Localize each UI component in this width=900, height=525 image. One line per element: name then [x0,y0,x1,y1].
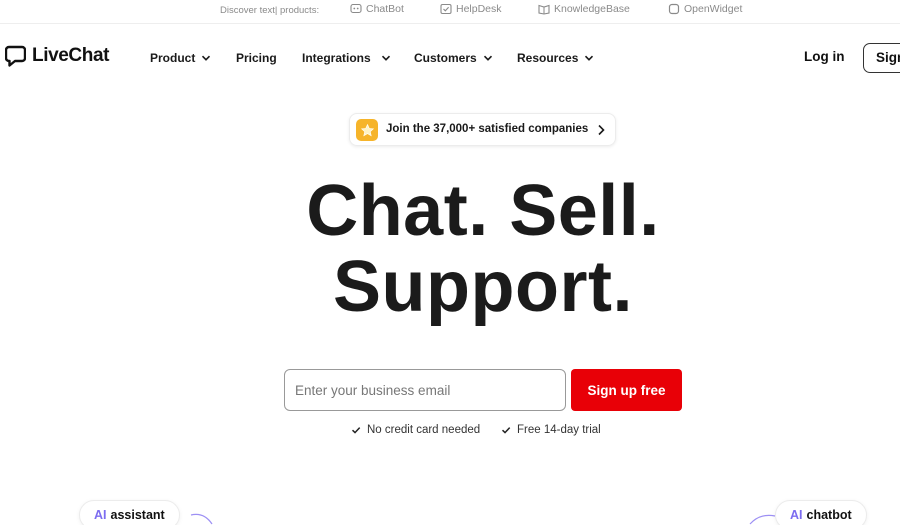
product-link-knowledgebase[interactable]: KnowledgeBase [538,3,630,15]
chatbot-icon [350,3,362,14]
login-link[interactable]: Log in [804,49,845,64]
chevron-down-icon [381,55,390,61]
nav-item-pricing[interactable]: Pricing [236,51,277,65]
star-icon [360,123,374,136]
nav-item-customers[interactable]: Customers [414,51,493,65]
nav-item-integrations[interactable]: Integrations [302,51,391,65]
product-link-label: OpenWidget [684,3,743,15]
ai-prefix: AI [94,508,107,522]
nav-item-product[interactable]: Product [150,51,211,65]
product-link-label: KnowledgeBase [554,3,630,15]
badge-label: chatbot [806,508,852,522]
openwidget-icon [668,3,680,15]
nav-item-label: Pricing [236,51,277,65]
chevron-down-icon [202,55,211,61]
chevron-right-icon [598,124,605,136]
signup-free-button[interactable]: Sign up free [571,369,682,411]
logo-text: LiveChat [32,45,110,66]
perk-text: Free 14-day trial [517,424,601,436]
livechat-logo-icon [5,45,26,67]
ai-prefix: AI [790,508,803,522]
badge-label: assistant [110,508,165,522]
discover-label: Discover text| products: [220,5,320,16]
product-link-chatbot[interactable]: ChatBot [350,3,404,15]
product-link-label: HelpDesk [456,3,502,15]
social-proof-text: Join the 37,000+ satisfied companies [386,123,589,135]
hero-headline-line-2: Support. [333,247,633,327]
check-icon [351,427,361,434]
social-proof-badge[interactable]: Join the 37,000+ satisfied companies [349,113,616,146]
products-strip: Discover text| products: ChatBot HelpDes… [0,0,900,24]
signup-nav-button[interactable]: Sign up free [863,43,900,73]
product-link-helpdesk[interactable]: HelpDesk [440,3,502,15]
perk-free-trial: Free 14-day trial [501,424,601,436]
landing-page: Discover text| products: ChatBot HelpDes… [0,0,900,525]
product-link-openwidget[interactable]: OpenWidget [668,3,742,15]
main-nav: LiveChat Product Pricing Integrations Cu… [0,24,900,92]
nav-item-label: Customers [414,51,477,65]
nav-item-label: Integrations [302,51,371,65]
hero-headline-line-1: Chat. Sell. [306,171,660,251]
livechat-logo[interactable]: LiveChat [5,45,109,67]
knowledgebase-icon [538,4,550,15]
chevron-down-icon [585,55,594,61]
nav-item-label: Resources [517,51,579,65]
connector-curve [749,514,776,525]
perk-text: No credit card needed [367,424,481,436]
ai-assistant-badge: AI assistant [79,500,180,525]
connector-curve [190,513,213,525]
chevron-down-icon [483,55,492,61]
perk-no-credit-card: No credit card needed [351,424,480,436]
business-email-input[interactable] [284,369,566,411]
star-badge [356,119,378,141]
nav-item-label: Product [150,51,196,65]
helpdesk-icon [440,3,452,15]
nav-item-resources[interactable]: Resources [517,51,594,65]
check-icon [501,427,511,434]
ai-chatbot-badge: AI chatbot [775,500,867,525]
product-link-label: ChatBot [366,3,404,15]
